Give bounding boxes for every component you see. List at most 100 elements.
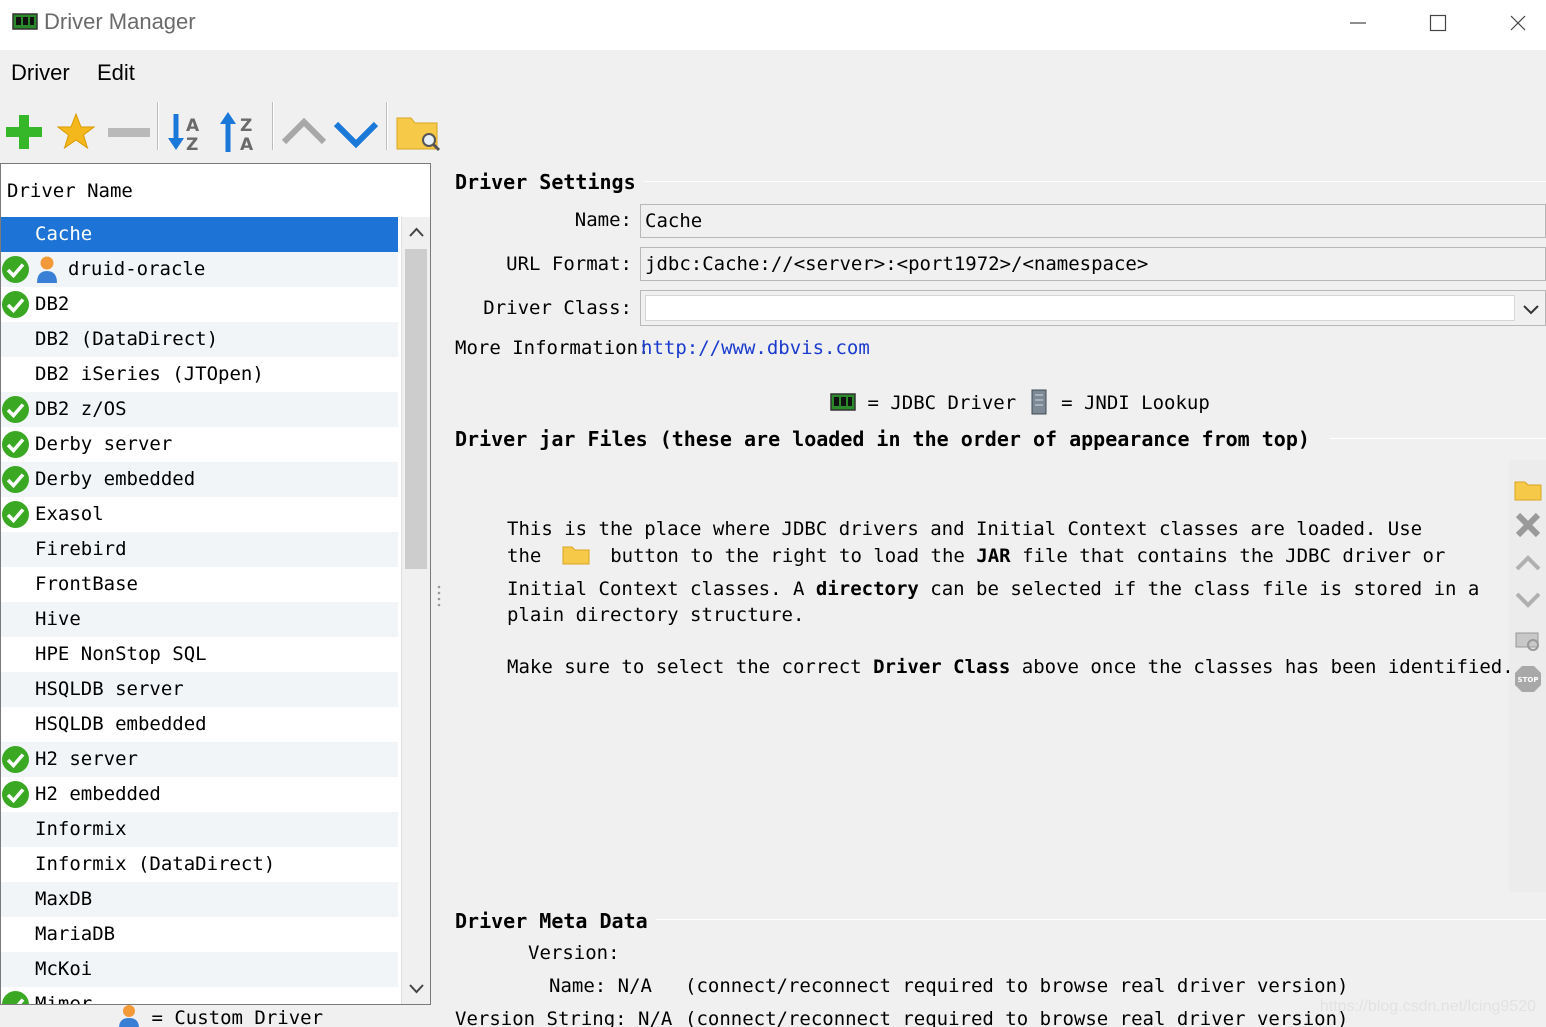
scroll-up-icon[interactable]: [402, 217, 431, 247]
minimize-button[interactable]: [1318, 0, 1398, 46]
driver-list-item-label: MaxDB: [35, 888, 93, 910]
maximize-icon: [1429, 14, 1447, 32]
custom-driver-icon: [37, 256, 57, 283]
driver-list-item[interactable]: DB2 iSeries (JTOpen): [1, 357, 398, 392]
driver-list-item-label: Cache: [35, 223, 93, 245]
menu-driver[interactable]: Driver: [11, 60, 70, 86]
driver-list-item[interactable]: HPE NonStop SQL: [1, 637, 398, 672]
driver-list-item-label: Mimer: [35, 993, 93, 1005]
driver-list-item[interactable]: H2 embedded: [1, 777, 398, 812]
open-folder-button[interactable]: [394, 102, 442, 152]
move-up-button[interactable]: [280, 102, 328, 152]
driver-list-item[interactable]: H2 server: [1, 742, 398, 777]
watermark: https://blog.csdn.net/lcing9520: [1319, 998, 1536, 1015]
driver-list-item-label: DB2: [35, 293, 70, 315]
minimize-icon: [1350, 22, 1366, 24]
splitter-handle[interactable]: [436, 584, 442, 612]
window-title: Driver Manager: [44, 9, 196, 34]
meta-version-string-note: (connect/reconnect required to browse re…: [685, 1008, 1349, 1027]
driver-class-input[interactable]: [645, 295, 1515, 321]
chevron-down-icon[interactable]: [1521, 301, 1541, 317]
find-drivers-icon[interactable]: [1513, 626, 1543, 656]
sort-ascending-button[interactable]: A Z: [166, 102, 214, 155]
driver-settings-title: Driver Settings: [455, 170, 644, 194]
driver-list-item-label: Derby server: [35, 433, 173, 455]
menu-edit[interactable]: Edit: [97, 60, 135, 86]
driver-list-item[interactable]: Firebird: [1, 532, 398, 567]
driver-list-item[interactable]: Exasol: [1, 497, 398, 532]
maximize-button[interactable]: [1398, 0, 1478, 46]
meta-version-string-value: N/A: [638, 1008, 673, 1027]
move-down-icon: [333, 121, 379, 149]
delete-jar-icon[interactable]: [1513, 510, 1543, 540]
name-field[interactable]: Cache: [640, 204, 1546, 238]
driver-list-item[interactable]: DB2: [1, 287, 398, 322]
driver-list-item-label: Informix (DataDirect): [35, 853, 276, 875]
jar-help-driver-class: Make sure to select the correct Driver C…: [507, 656, 1514, 678]
driver-list-item-label: FrontBase: [35, 573, 138, 595]
driver-list-item[interactable]: HSQLDB embedded: [1, 707, 398, 742]
driver-list-item[interactable]: Informix (DataDirect): [1, 847, 398, 882]
driver-list-item[interactable]: Derby embedded: [1, 462, 398, 497]
driver-list-item-label: Firebird: [35, 538, 127, 560]
driver-list-item[interactable]: druid-oracle: [1, 252, 398, 287]
app-icon: [12, 13, 38, 30]
driver-list-item[interactable]: DB2 (DataDirect): [1, 322, 398, 357]
driver-list-item[interactable]: DB2 z/OS: [1, 392, 398, 427]
list-scrollbar[interactable]: [401, 217, 430, 1004]
driver-list-item-label: Hive: [35, 608, 81, 630]
scroll-down-icon[interactable]: [402, 974, 431, 1004]
driver-list-item[interactable]: Mimer: [1, 987, 398, 1005]
verified-check-icon: [2, 991, 29, 1004]
verified-check-icon: [2, 746, 29, 773]
driver-list-item-label: H2 server: [35, 748, 138, 770]
driver-class-combo[interactable]: [640, 290, 1546, 326]
remove-driver-button[interactable]: [104, 102, 152, 152]
url-format-field[interactable]: jdbc:Cache://<server>:<port1972>/<namesp…: [640, 247, 1546, 281]
driver-list-item[interactable]: MariaDB: [1, 917, 398, 952]
driver-list-item-label: HSQLDB server: [35, 678, 184, 700]
driver-list-item-label: Exasol: [35, 503, 104, 525]
driver-list-item[interactable]: HSQLDB server: [1, 672, 398, 707]
add-icon: [6, 115, 42, 149]
move-jar-down-icon[interactable]: [1513, 584, 1543, 614]
jndi-lookup-icon: [1031, 389, 1047, 415]
svg-text:STOP: STOP: [1518, 676, 1539, 684]
move-down-button[interactable]: [332, 102, 380, 152]
driver-list-item[interactable]: McKoi: [1, 952, 398, 987]
open-folder-icon: [396, 117, 441, 152]
sort-ascending-icon: A Z: [168, 114, 200, 155]
verified-check-icon: [2, 781, 29, 808]
verified-check-icon: [2, 291, 29, 318]
url-format-label: URL Format:: [506, 253, 632, 275]
stop-icon[interactable]: STOP: [1513, 664, 1543, 694]
add-jar-folder-icon[interactable]: [1513, 474, 1543, 504]
sort-descending-button[interactable]: Z A: [218, 102, 266, 155]
favorite-button[interactable]: [52, 102, 100, 152]
driver-list-item[interactable]: MaxDB: [1, 882, 398, 917]
driver-list-item[interactable]: Derby server: [1, 427, 398, 462]
dbvis-link[interactable]: http://www.dbvis.com: [641, 337, 870, 359]
column-header-driver-name[interactable]: Driver Name: [1, 164, 398, 217]
driver-list-item[interactable]: Hive: [1, 602, 398, 637]
remove-icon: [108, 128, 150, 137]
meta-name-note: (connect/reconnect required to browse re…: [685, 975, 1349, 997]
title-bar: Driver Manager: [0, 0, 1546, 50]
close-button[interactable]: [1478, 0, 1546, 46]
driver-list-item[interactable]: FrontBase: [1, 567, 398, 602]
add-driver-button[interactable]: [0, 102, 48, 152]
driver-list-item[interactable]: Cache: [1, 217, 398, 252]
meta-name-value: N/A: [617, 975, 652, 997]
svg-text:A: A: [240, 135, 254, 152]
scrollbar-thumb[interactable]: [405, 249, 427, 569]
move-jar-up-icon[interactable]: [1513, 548, 1543, 578]
meta-version-string-row: Version String: N/A: [455, 1008, 672, 1027]
custom-driver-legend-text: = Custom Driver: [151, 1007, 324, 1027]
toolbar: A Z Z A: [0, 96, 1546, 160]
driver-list-item[interactable]: Informix: [1, 812, 398, 847]
jdbc-legend-text: = JDBC Driver: [867, 392, 1017, 414]
svg-text:A: A: [186, 116, 200, 136]
driver-list-item-label: druid-oracle: [68, 258, 206, 280]
driver-list-item-label: McKoi: [35, 958, 93, 980]
jar-side-toolbar: STOP: [1509, 460, 1546, 892]
